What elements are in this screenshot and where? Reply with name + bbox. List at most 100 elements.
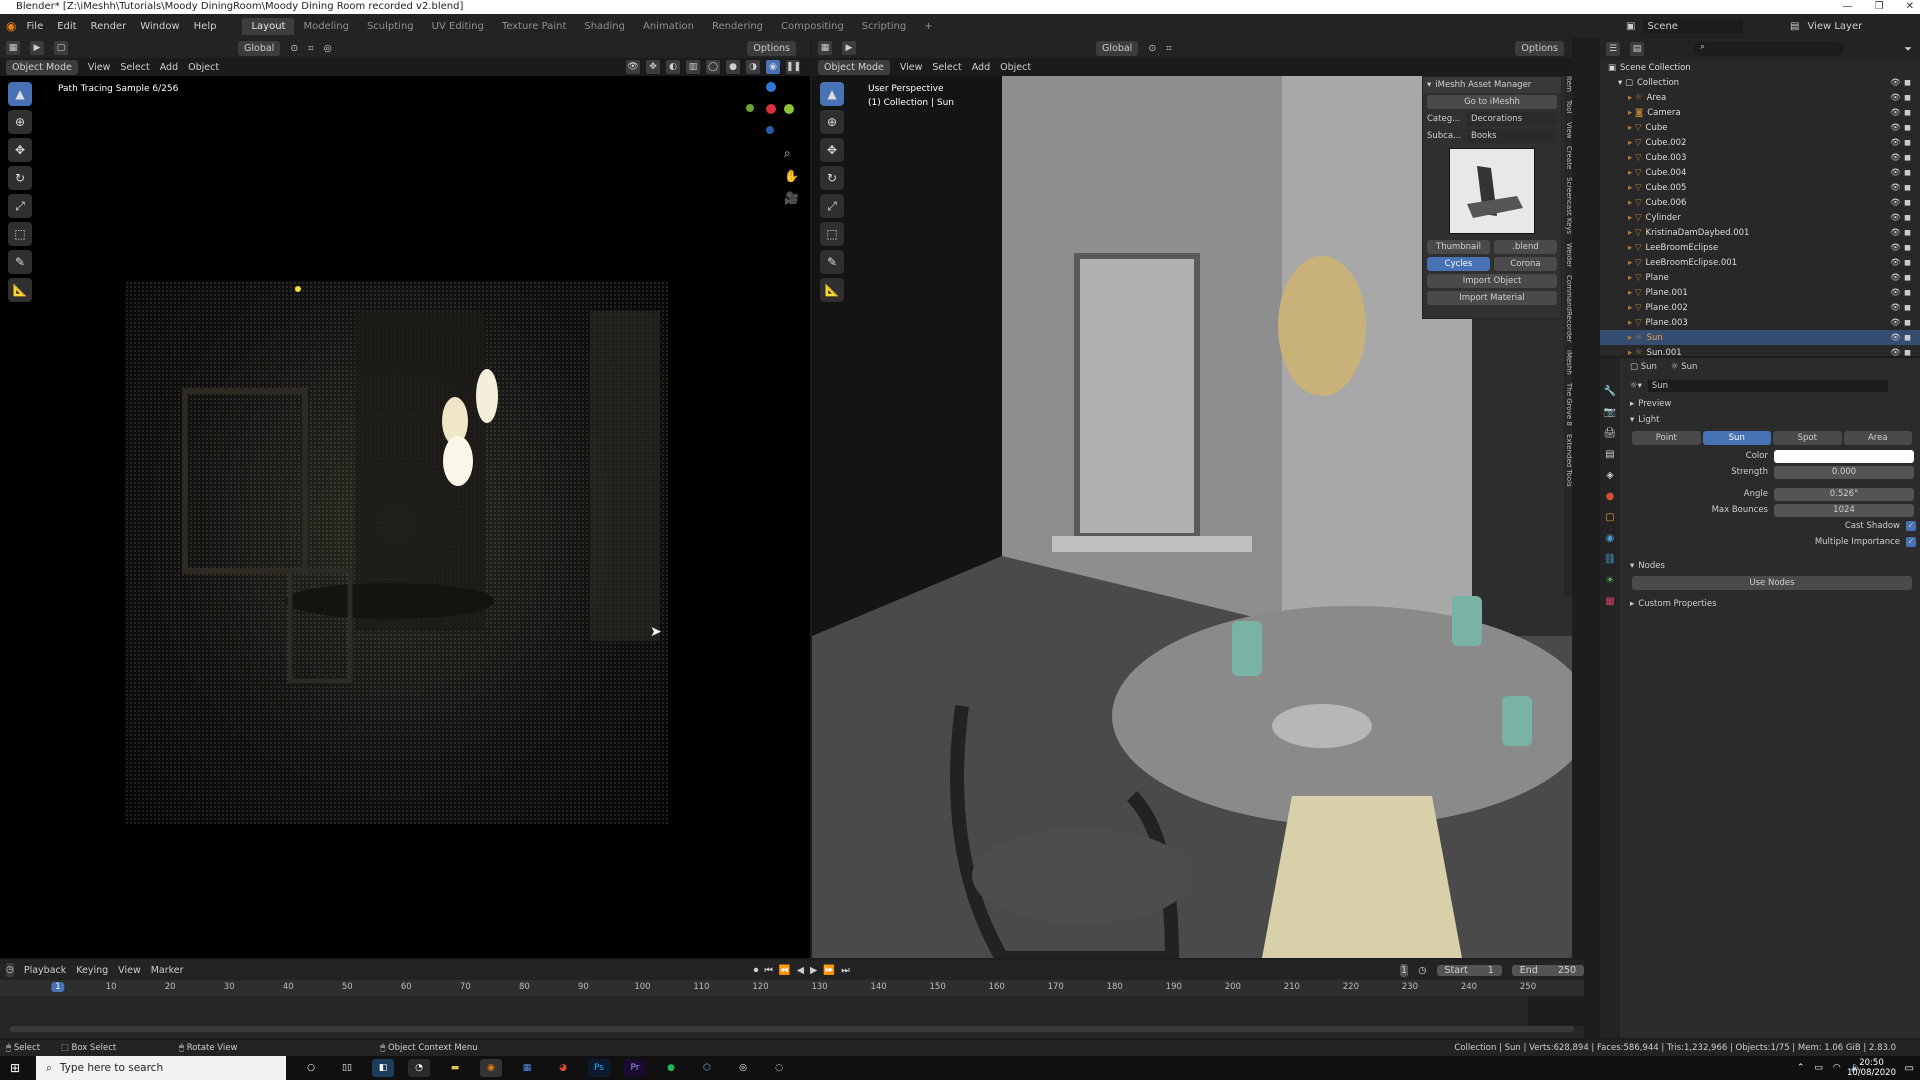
tab-animation[interactable]: Animation bbox=[634, 18, 703, 35]
outliner-item-leebroomeclipse-001[interactable]: ▸ ▽ LeeBroomEclipse.001 👁◼ bbox=[1600, 255, 1920, 270]
transform-tool-icon[interactable]: ⬚ bbox=[8, 222, 32, 246]
rotate-tool-icon[interactable]: ↻ bbox=[8, 166, 32, 190]
outliner-item-plane-001[interactable]: ▸ ▽ Plane.001 👁◼ bbox=[1600, 285, 1920, 300]
right-annotate-tool-icon[interactable]: ✎ bbox=[820, 250, 844, 274]
tab-compositing[interactable]: Compositing bbox=[772, 18, 853, 35]
right-pivot-icon[interactable]: ⊙ bbox=[1148, 43, 1156, 54]
cycles-engine-button[interactable]: Cycles bbox=[1427, 256, 1490, 271]
end-frame-field[interactable]: End 250 bbox=[1511, 964, 1584, 976]
solid-shading-icon[interactable]: ● bbox=[726, 60, 740, 74]
right-rotate-tool-icon[interactable]: ↻ bbox=[820, 166, 844, 190]
menu-window[interactable]: Window bbox=[140, 21, 179, 32]
tray-network-icon[interactable]: ▭ bbox=[1814, 1063, 1823, 1073]
right-move-tool-icon[interactable]: ✥ bbox=[820, 138, 844, 162]
minimize-icon[interactable]: — bbox=[1843, 0, 1853, 14]
cast-shadow-checkbox[interactable]: ✓ bbox=[1906, 521, 1916, 531]
start-frame-field[interactable]: Start 1 bbox=[1436, 964, 1502, 976]
left-options-button[interactable]: Options bbox=[747, 40, 796, 56]
material-shading-icon[interactable]: ◑ bbox=[746, 60, 760, 74]
chrome-icon[interactable]: ◕ bbox=[552, 1059, 574, 1077]
cursor-tool-icon[interactable]: ⊕ bbox=[8, 110, 32, 134]
prev-key-icon[interactable]: ⏪ bbox=[779, 965, 791, 976]
notification-icon[interactable]: ▭ bbox=[1905, 1063, 1914, 1074]
custom-properties-section[interactable]: ▸ Custom Properties bbox=[1624, 596, 1920, 612]
object-context[interactable]: ▢ Sun bbox=[1630, 362, 1657, 372]
zoom-icon[interactable]: ⌕ bbox=[784, 146, 799, 161]
app-icon-3[interactable]: ⬡ bbox=[696, 1059, 718, 1077]
outliner-item-plane-002[interactable]: ▸ ▽ Plane.002 👁◼ bbox=[1600, 300, 1920, 315]
select-mode-icon[interactable]: ▶ bbox=[30, 41, 44, 55]
photoshop-icon[interactable]: Ps bbox=[588, 1059, 610, 1077]
light-data-tab-icon[interactable]: ☀ bbox=[1606, 575, 1615, 586]
right-cursor-tool-icon[interactable]: ⊕ bbox=[820, 110, 844, 134]
right-menu-add[interactable]: Add bbox=[972, 62, 990, 73]
app-icon-1[interactable]: ◧ bbox=[372, 1059, 394, 1077]
scale-tool-icon[interactable]: ⤢ bbox=[8, 194, 32, 218]
eye-icon[interactable]: 👁◼ bbox=[1890, 243, 1914, 253]
vtab-commandrecorder[interactable]: CommandRecorder bbox=[1564, 275, 1572, 342]
play-icon[interactable]: ▶ bbox=[810, 965, 817, 976]
outliner-editor-icon[interactable]: ☰ bbox=[1606, 42, 1620, 56]
max-bounces-field[interactable]: 1024 bbox=[1774, 503, 1914, 517]
preview-range-icon[interactable]: ◷ bbox=[1418, 965, 1426, 976]
eye-icon[interactable]: 👁◼ bbox=[1890, 303, 1914, 313]
multiple-importance-checkbox[interactable]: ✓ bbox=[1906, 537, 1916, 547]
eye-icon[interactable]: 👁◼ bbox=[1890, 348, 1914, 358]
taskbar-clock[interactable]: 20:50 10/08/2020 bbox=[1847, 1058, 1896, 1078]
left-nav-gizmo[interactable] bbox=[744, 82, 794, 142]
jump-start-icon[interactable]: ⏮ bbox=[764, 965, 773, 976]
eye-icon[interactable]: 👁◼ bbox=[1890, 213, 1914, 223]
render-tab-icon[interactable]: 📷 bbox=[1604, 407, 1616, 418]
app-icon-5[interactable]: ◌ bbox=[768, 1059, 790, 1077]
outliner-display-mode-icon[interactable]: ▤ bbox=[1630, 42, 1644, 56]
right-transform-tool-icon[interactable]: ⬚ bbox=[820, 222, 844, 246]
timeline-menu-playback[interactable]: Playback bbox=[24, 965, 66, 976]
right-menu-object[interactable]: Object bbox=[1000, 62, 1031, 73]
go-to-imeshh-button[interactable]: Go to iMeshh bbox=[1427, 94, 1557, 109]
eye-icon[interactable]: 👁◼ bbox=[1890, 318, 1914, 328]
category-select[interactable]: Decorations bbox=[1467, 111, 1557, 126]
eye-icon[interactable]: 👁◼ bbox=[1890, 168, 1914, 178]
right-menu-view[interactable]: View bbox=[900, 62, 923, 73]
vtab-the-grove[interactable]: The Grove 8 bbox=[1564, 383, 1572, 426]
rendered-shading-icon[interactable]: ◉ bbox=[766, 60, 780, 74]
outliner-item-cube-003[interactable]: ▸ ▽ Cube.003 👁◼ bbox=[1600, 150, 1920, 165]
scene-tab-icon[interactable]: ◈ bbox=[1606, 470, 1614, 481]
vtab-tool[interactable]: Tool bbox=[1564, 100, 1572, 114]
right-select-mode-icon[interactable]: ▶ bbox=[842, 41, 856, 55]
tray-chevron-icon[interactable]: ⌃ bbox=[1797, 1063, 1805, 1073]
strength-field[interactable]: 0.000 bbox=[1774, 465, 1914, 479]
wireframe-shading-icon[interactable]: ◯ bbox=[706, 60, 720, 74]
timeline-menu-marker[interactable]: Marker bbox=[151, 965, 184, 976]
outliner-item-leebroomeclipse[interactable]: ▸ ▽ LeeBroomEclipse 👁◼ bbox=[1600, 240, 1920, 255]
tab-texture-paint[interactable]: Texture Paint bbox=[493, 18, 576, 35]
eye-icon[interactable]: 👁◼ bbox=[1890, 198, 1914, 208]
record-icon[interactable]: ⏺ bbox=[754, 965, 759, 976]
menu-render[interactable]: Render bbox=[91, 21, 127, 32]
snap-icon[interactable]: ⌗ bbox=[308, 43, 313, 54]
outliner-item-cube-006[interactable]: ▸ ▽ Cube.006 👁◼ bbox=[1600, 195, 1920, 210]
right-snap-icon[interactable]: ⌗ bbox=[1166, 43, 1171, 54]
use-nodes-button[interactable]: Use Nodes bbox=[1632, 576, 1912, 590]
timeline-menu-view[interactable]: View bbox=[118, 965, 141, 976]
visibility-icon[interactable]: 👁 bbox=[626, 60, 640, 74]
eye-icon[interactable]: 👁◼ bbox=[1890, 93, 1914, 103]
windows-start-icon[interactable]: ⊞ bbox=[10, 1061, 20, 1075]
mode-new-icon[interactable]: ▢ bbox=[54, 41, 68, 55]
tab-uv-editing[interactable]: UV Editing bbox=[423, 18, 493, 35]
datablock-name-field[interactable]: Sun bbox=[1647, 380, 1888, 392]
asset-thumbnail[interactable] bbox=[1449, 148, 1535, 234]
object-tab-icon[interactable]: ▢ bbox=[1605, 512, 1614, 523]
pan-hand-icon[interactable]: ✋ bbox=[784, 169, 799, 183]
next-key-icon[interactable]: ⏩ bbox=[823, 965, 835, 976]
light-type-point[interactable]: Point bbox=[1632, 431, 1701, 445]
app-icon-2[interactable]: ◔ bbox=[408, 1059, 430, 1077]
right-measure-tool-icon[interactable]: 📐 bbox=[820, 278, 844, 302]
left-mode-select[interactable]: Object Mode bbox=[6, 59, 78, 75]
vtab-extended-tools[interactable]: Extended Tools bbox=[1564, 434, 1572, 487]
timeline-menu-keying[interactable]: Keying bbox=[76, 965, 108, 976]
transform-orientation[interactable]: Global bbox=[238, 40, 281, 56]
eye-icon[interactable]: 👁◼ bbox=[1890, 153, 1914, 163]
tab-scripting[interactable]: Scripting bbox=[853, 18, 915, 35]
scene-name[interactable]: Scene bbox=[1643, 19, 1744, 33]
